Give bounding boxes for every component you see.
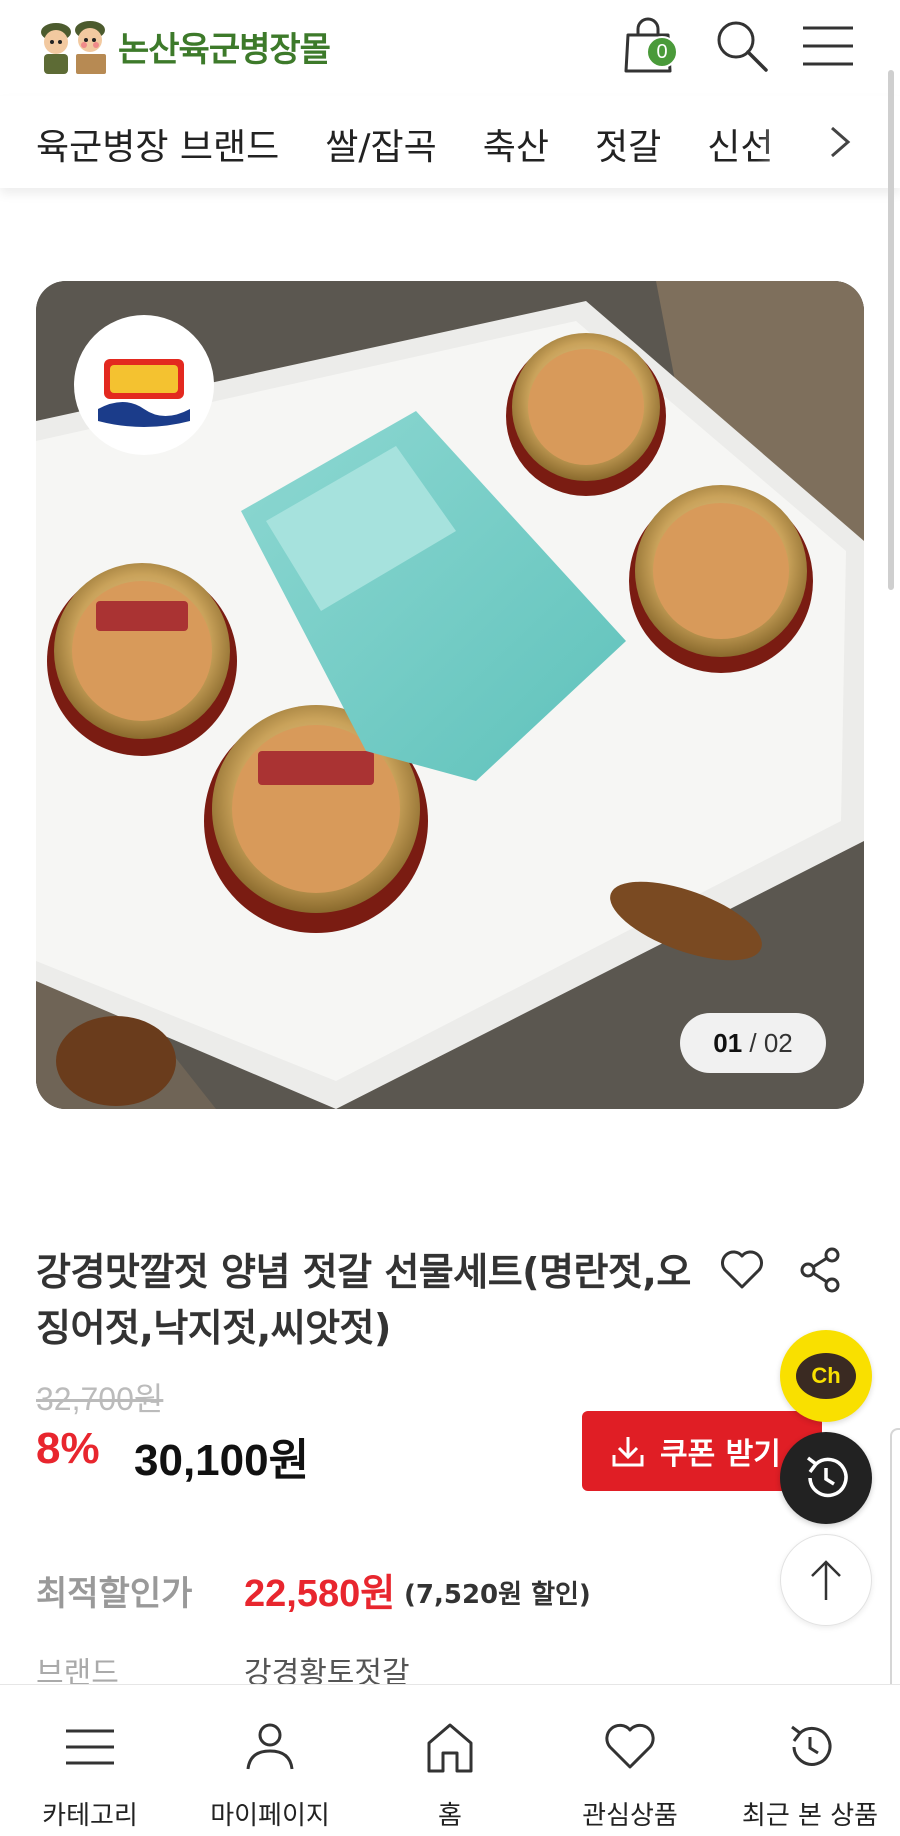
mascot-logo-icon bbox=[36, 16, 116, 76]
header: 논산육군병장몰 0 bbox=[0, 0, 900, 92]
bottom-nav-recent[interactable]: 최근 본 상품 bbox=[720, 1685, 900, 1836]
search-button[interactable] bbox=[710, 14, 774, 78]
page-scrollbar[interactable] bbox=[888, 70, 894, 590]
product-image[interactable]: 01 / 02 bbox=[36, 281, 864, 1109]
coupon-label: 쿠폰 받기 bbox=[660, 1437, 781, 1472]
cart-button[interactable]: 0 bbox=[618, 14, 682, 78]
menu-icon bbox=[60, 1717, 120, 1777]
image-counter-separator: / bbox=[742, 1027, 764, 1058]
category-item-jeotgal[interactable]: 젓갈 bbox=[595, 118, 661, 170]
image-counter-total: 02 bbox=[763, 1027, 793, 1058]
search-icon bbox=[717, 21, 768, 72]
scroll-top-button[interactable] bbox=[780, 1534, 872, 1626]
arrow-up-icon bbox=[811, 1560, 841, 1600]
category-item-meat[interactable]: 축산 bbox=[483, 118, 549, 170]
bottom-nav-label: 마이페이지 bbox=[210, 1801, 330, 1831]
sale-price: 30,100원 bbox=[134, 1436, 310, 1485]
category-item-brand[interactable]: 육군병장 브랜드 bbox=[36, 118, 279, 170]
menu-button[interactable] bbox=[796, 14, 860, 78]
image-counter-current: 01 bbox=[713, 1027, 743, 1058]
category-item-rice[interactable]: 쌀/잡곡 bbox=[325, 118, 437, 170]
bottom-nav-label: 홈 bbox=[438, 1801, 462, 1831]
chevron-right-icon bbox=[831, 126, 851, 158]
chat-bubble-icon: Ch bbox=[796, 1353, 856, 1399]
hamburger-menu-icon bbox=[803, 26, 853, 66]
share-button[interactable] bbox=[790, 1240, 850, 1300]
bottom-nav-home[interactable]: 홈 bbox=[360, 1685, 540, 1836]
home-icon bbox=[420, 1717, 480, 1777]
category-nav-fade bbox=[756, 106, 816, 178]
bottom-nav-label: 관심상품 bbox=[582, 1801, 678, 1831]
heart-icon bbox=[600, 1717, 660, 1777]
history-icon bbox=[806, 1456, 848, 1498]
site-logo[interactable]: 논산육군병장몰 bbox=[36, 14, 331, 78]
share-icon bbox=[800, 1247, 840, 1293]
bottom-nav-wishlist[interactable]: 관심상품 bbox=[540, 1685, 720, 1836]
history-icon bbox=[780, 1717, 840, 1777]
recent-view-button[interactable] bbox=[780, 1432, 872, 1524]
best-price-note: (7,520원 할인) bbox=[404, 1580, 591, 1610]
heart-icon bbox=[721, 1250, 763, 1289]
bottom-nav: 카테고리 마이페이지 홈 관심상품 최근 본 상품 bbox=[0, 1684, 900, 1836]
bottom-nav-label: 최근 본 상품 bbox=[741, 1801, 879, 1831]
download-icon bbox=[612, 1437, 644, 1467]
bottom-nav-mypage[interactable]: 마이페이지 bbox=[180, 1685, 360, 1836]
best-price-label: 최적할인가 bbox=[36, 1574, 193, 1614]
brand-badge-image bbox=[74, 315, 214, 455]
wishlist-button[interactable] bbox=[712, 1240, 772, 1300]
image-counter: 01 / 02 bbox=[680, 1013, 826, 1073]
product-title: 강경맛깔젓 양념 젓갈 선물세트(명란젓,오징어젓,낙지젓,씨앗젓) bbox=[36, 1250, 691, 1350]
brand-badge-logo bbox=[88, 329, 200, 441]
original-price: 32,700원 bbox=[36, 1381, 164, 1417]
user-icon bbox=[240, 1717, 300, 1777]
category-nav: 육군병장 브랜드 쌀/잡곡 축산 젓갈 신선 가 bbox=[0, 96, 900, 188]
best-price: 22,580원 bbox=[244, 1573, 396, 1615]
cart-count-badge: 0 bbox=[646, 36, 678, 68]
discount-rate: 8% bbox=[36, 1424, 100, 1473]
kakao-chat-button[interactable]: Ch bbox=[780, 1330, 872, 1422]
bottom-nav-label: 카테고리 bbox=[42, 1801, 138, 1831]
category-next-button[interactable] bbox=[816, 118, 864, 166]
bottom-nav-category[interactable]: 카테고리 bbox=[0, 1685, 180, 1836]
logo-text: 논산육군병장몰 bbox=[118, 29, 331, 70]
side-drawer-handle[interactable] bbox=[890, 1428, 900, 1708]
